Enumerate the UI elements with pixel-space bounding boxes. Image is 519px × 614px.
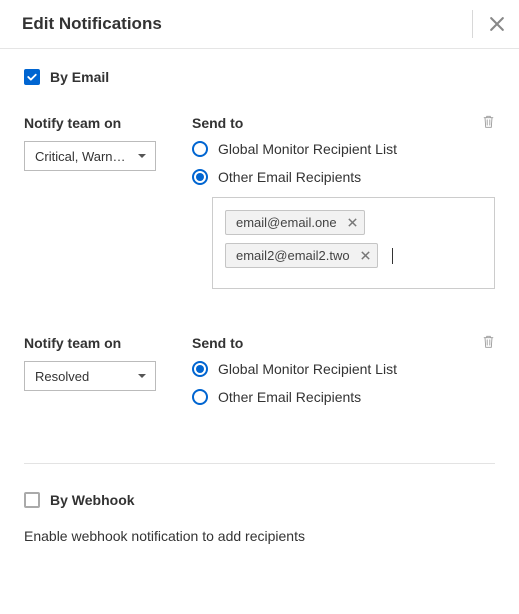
chip-remove-button[interactable] — [360, 250, 371, 261]
notify-select-2-value: Resolved — [35, 369, 89, 384]
radio-global-1[interactable]: Global Monitor Recipient List — [192, 141, 495, 157]
chevron-down-icon — [137, 151, 147, 161]
close-icon — [360, 250, 371, 261]
chip-remove-button[interactable] — [347, 217, 358, 228]
notify-block-2: Notify team on Resolved Send to Global M… — [24, 335, 495, 417]
by-webhook-checkbox[interactable] — [24, 492, 40, 508]
radio-other-2-label: Other Email Recipients — [218, 389, 361, 405]
radio-global-1-input[interactable] — [192, 141, 208, 157]
radio-global-2-input[interactable] — [192, 361, 208, 377]
chip-text: email@email.one — [236, 215, 337, 230]
radio-global-1-label: Global Monitor Recipient List — [218, 141, 397, 157]
chevron-down-icon — [137, 371, 147, 381]
notify-select-2[interactable]: Resolved — [24, 361, 156, 391]
email-chip: email@email.one — [225, 210, 365, 235]
by-webhook-toggle[interactable]: By Webhook — [24, 492, 495, 508]
radio-other-2-input[interactable] — [192, 389, 208, 405]
delete-block-2-button[interactable] — [482, 335, 495, 352]
notify-select-1-value: Critical, Warn… — [35, 149, 126, 164]
delete-block-1-button[interactable] — [482, 115, 495, 132]
by-webhook-label: By Webhook — [50, 492, 135, 508]
close-icon — [487, 14, 507, 34]
dialog-title: Edit Notifications — [22, 14, 162, 34]
sendto-label-1: Send to — [192, 115, 495, 131]
notify-select-1[interactable]: Critical, Warn… — [24, 141, 156, 171]
chip-text: email2@email2.two — [236, 248, 350, 263]
section-divider — [24, 463, 495, 464]
radio-other-2[interactable]: Other Email Recipients — [192, 389, 495, 405]
close-button[interactable] — [487, 14, 507, 34]
notify-label-1: Notify team on — [24, 115, 156, 131]
text-cursor — [392, 248, 393, 264]
trash-icon — [482, 335, 495, 349]
radio-other-1-input[interactable] — [192, 169, 208, 185]
by-email-checkbox[interactable] — [24, 69, 40, 85]
header-separator — [472, 10, 473, 38]
radio-global-2-label: Global Monitor Recipient List — [218, 361, 397, 377]
trash-icon — [482, 115, 495, 129]
email-chip: email2@email2.two — [225, 243, 378, 268]
dialog-header: Edit Notifications — [0, 0, 519, 49]
close-icon — [347, 217, 358, 228]
webhook-hint: Enable webhook notification to add recip… — [24, 528, 495, 544]
radio-other-1-label: Other Email Recipients — [218, 169, 361, 185]
by-email-label: By Email — [50, 69, 109, 85]
notify-label-2: Notify team on — [24, 335, 156, 351]
by-email-toggle[interactable]: By Email — [24, 69, 495, 85]
dialog-content: By Email Notify team on Critical, Warn… … — [0, 49, 519, 564]
radio-global-2[interactable]: Global Monitor Recipient List — [192, 361, 495, 377]
check-icon — [26, 71, 38, 83]
radio-other-1[interactable]: Other Email Recipients — [192, 169, 495, 185]
sendto-label-2: Send to — [192, 335, 495, 351]
notify-block-1: Notify team on Critical, Warn… Send to G… — [24, 115, 495, 289]
email-recipients-box[interactable]: email@email.one email2@email2.two — [212, 197, 495, 289]
